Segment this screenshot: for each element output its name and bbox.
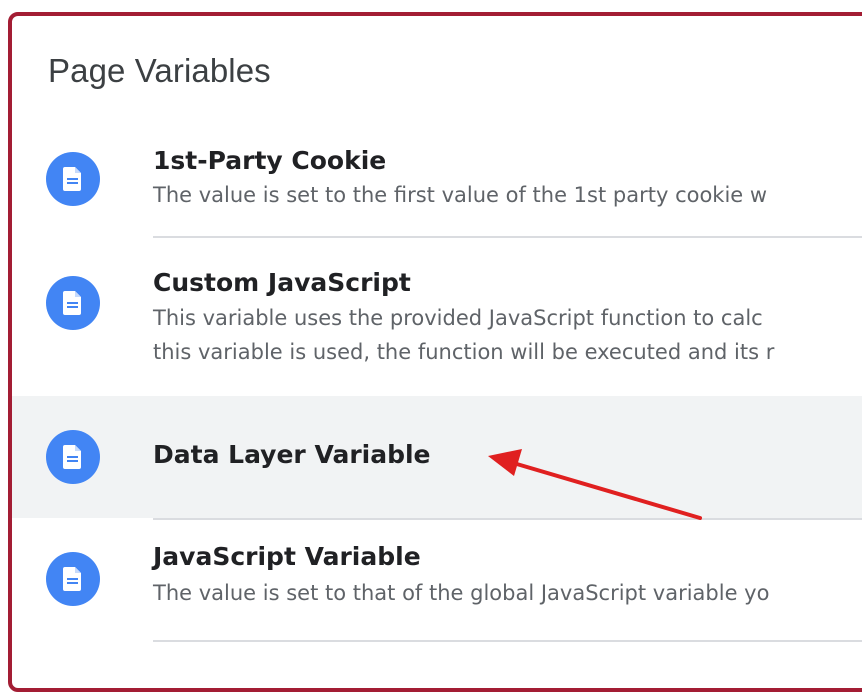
variable-type-description: The value is set to the first value of t…	[153, 183, 768, 207]
variable-type-custom-javascript[interactable]: Custom JavaScript This variable uses the…	[12, 238, 862, 396]
variable-type-description-line-2: this variable is used, the function will…	[153, 340, 775, 364]
variable-type-description-line-1: This variable uses the provided JavaScri…	[153, 306, 763, 330]
document-icon	[46, 430, 100, 484]
variable-type-name: Custom JavaScript	[153, 268, 411, 297]
variable-type-name: Data Layer Variable	[153, 440, 431, 469]
variable-type-1st-party-cookie[interactable]: 1st-Party Cookie The value is set to the…	[12, 140, 862, 240]
variable-type-name: 1st-Party Cookie	[153, 146, 387, 175]
divider	[153, 640, 862, 642]
section-title: Page Variables	[48, 52, 271, 89]
variable-type-javascript-variable[interactable]: JavaScript Variable The value is set to …	[12, 520, 862, 640]
document-icon	[46, 276, 100, 330]
page-variables-panel: Page Variables 1st-Party Cookie The valu…	[8, 12, 862, 692]
variable-type-data-layer-variable[interactable]: Data Layer Variable	[12, 396, 862, 518]
variable-type-name: JavaScript Variable	[153, 542, 421, 571]
document-icon	[46, 552, 100, 606]
document-icon	[46, 152, 100, 206]
variable-type-description: The value is set to that of the global J…	[153, 581, 770, 605]
